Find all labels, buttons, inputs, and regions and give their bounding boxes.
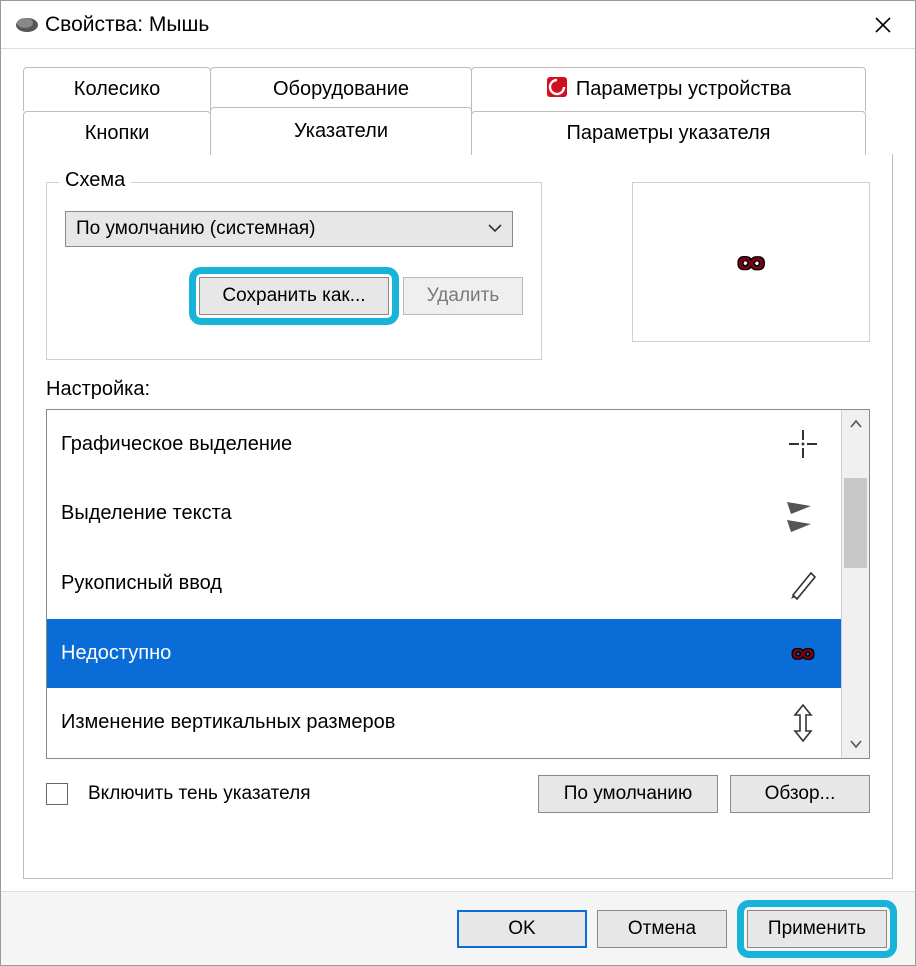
cancel-button[interactable]: Отмена [597, 910, 727, 948]
cursor-list: Графическое выделение Выделение текста [46, 409, 870, 759]
mouse-properties-window: Свойства: Мышь Колесико Оборудование Пар… [0, 0, 916, 966]
tab-strip: Колесико Оборудование Параметры устройст… [23, 67, 893, 155]
mouse-icon [9, 17, 45, 33]
unavailable-infinity-icon: ∞ [779, 637, 827, 669]
precision-cross-icon [779, 426, 827, 462]
list-item[interactable]: Недоступно ∞ [47, 619, 841, 689]
scheme-groupbox: Схема По умолчанию (системная) Сохранить… [46, 182, 542, 360]
browse-button[interactable]: Обзор... [730, 775, 870, 813]
tab-device-settings[interactable]: Параметры устройства [471, 67, 866, 111]
scheme-dropdown[interactable]: По умолчанию (системная) [65, 211, 513, 247]
defaults-button[interactable]: По умолчанию [538, 775, 718, 813]
scroll-thumb[interactable] [844, 478, 867, 568]
scroll-track[interactable] [842, 438, 869, 730]
save-as-button[interactable]: Сохранить как... [199, 277, 389, 315]
pen-icon [779, 565, 827, 601]
tab-label: Кнопки [85, 122, 150, 145]
window-title: Свойства: Мышь [45, 13, 859, 37]
list-item-label: Рукописный ввод [61, 572, 222, 595]
tab-hardware[interactable]: Оборудование [210, 67, 472, 111]
list-item[interactable]: Изменение вертикальных размеров [47, 688, 841, 758]
list-item[interactable]: Рукописный ввод [47, 549, 841, 619]
list-item-label: Графическое выделение [61, 433, 292, 456]
highlight-apply: Применить [737, 900, 897, 958]
cursor-preview: ∞ [632, 182, 870, 342]
chevron-up-icon [850, 419, 862, 429]
infinity-icon: ∞ [737, 243, 765, 282]
scrollbar[interactable] [841, 410, 869, 758]
highlight-save-as: Сохранить как... [189, 267, 399, 325]
ok-button[interactable]: OK [457, 910, 587, 948]
resize-vert-icon [779, 703, 827, 743]
scroll-down-button[interactable] [842, 730, 869, 758]
delete-button: Удалить [403, 277, 523, 315]
tab-pointer-options[interactable]: Параметры указателя [471, 111, 866, 155]
list-item-label: Недоступно [61, 642, 171, 665]
scroll-up-button[interactable] [842, 410, 869, 438]
chevron-down-icon [488, 220, 502, 238]
list-item-label: Изменение вертикальных размеров [61, 711, 395, 734]
list-item-label: Выделение текста [61, 502, 232, 525]
client-area: Колесико Оборудование Параметры устройст… [1, 49, 915, 891]
dialog-button-row: OK Отмена Применить [1, 891, 915, 965]
close-icon [874, 16, 892, 34]
pointer-shadow-checkbox[interactable] [46, 783, 68, 805]
close-button[interactable] [859, 1, 907, 49]
tab-label: Оборудование [273, 78, 409, 101]
pointer-shadow-label: Включить тень указателя [88, 783, 310, 805]
scheme-legend: Схема [59, 169, 131, 192]
tab-label: Указатели [294, 120, 388, 143]
settings-label: Настройка: [46, 378, 870, 401]
titlebar: Свойства: Мышь [1, 1, 915, 49]
tab-buttons[interactable]: Кнопки [23, 111, 211, 155]
device-red-icon [546, 76, 568, 104]
list-item[interactable]: Графическое выделение [47, 410, 841, 480]
chevron-down-icon [850, 739, 862, 749]
tab-pointers[interactable]: Указатели [210, 107, 472, 155]
tab-label: Параметры указателя [566, 122, 770, 145]
tab-label: Параметры устройства [576, 78, 791, 101]
apply-button[interactable]: Применить [747, 910, 887, 948]
tab-wheel[interactable]: Колесико [23, 67, 211, 111]
list-item[interactable]: Выделение текста [47, 480, 841, 550]
below-list-row: Включить тень указателя По умолчанию Обз… [46, 775, 870, 813]
text-select-arrows-icon [779, 492, 827, 536]
scheme-selected-value: По умолчанию (системная) [76, 218, 316, 240]
tab-page-pointers: Схема По умолчанию (системная) Сохранить… [23, 154, 893, 879]
tab-label: Колесико [74, 78, 160, 101]
